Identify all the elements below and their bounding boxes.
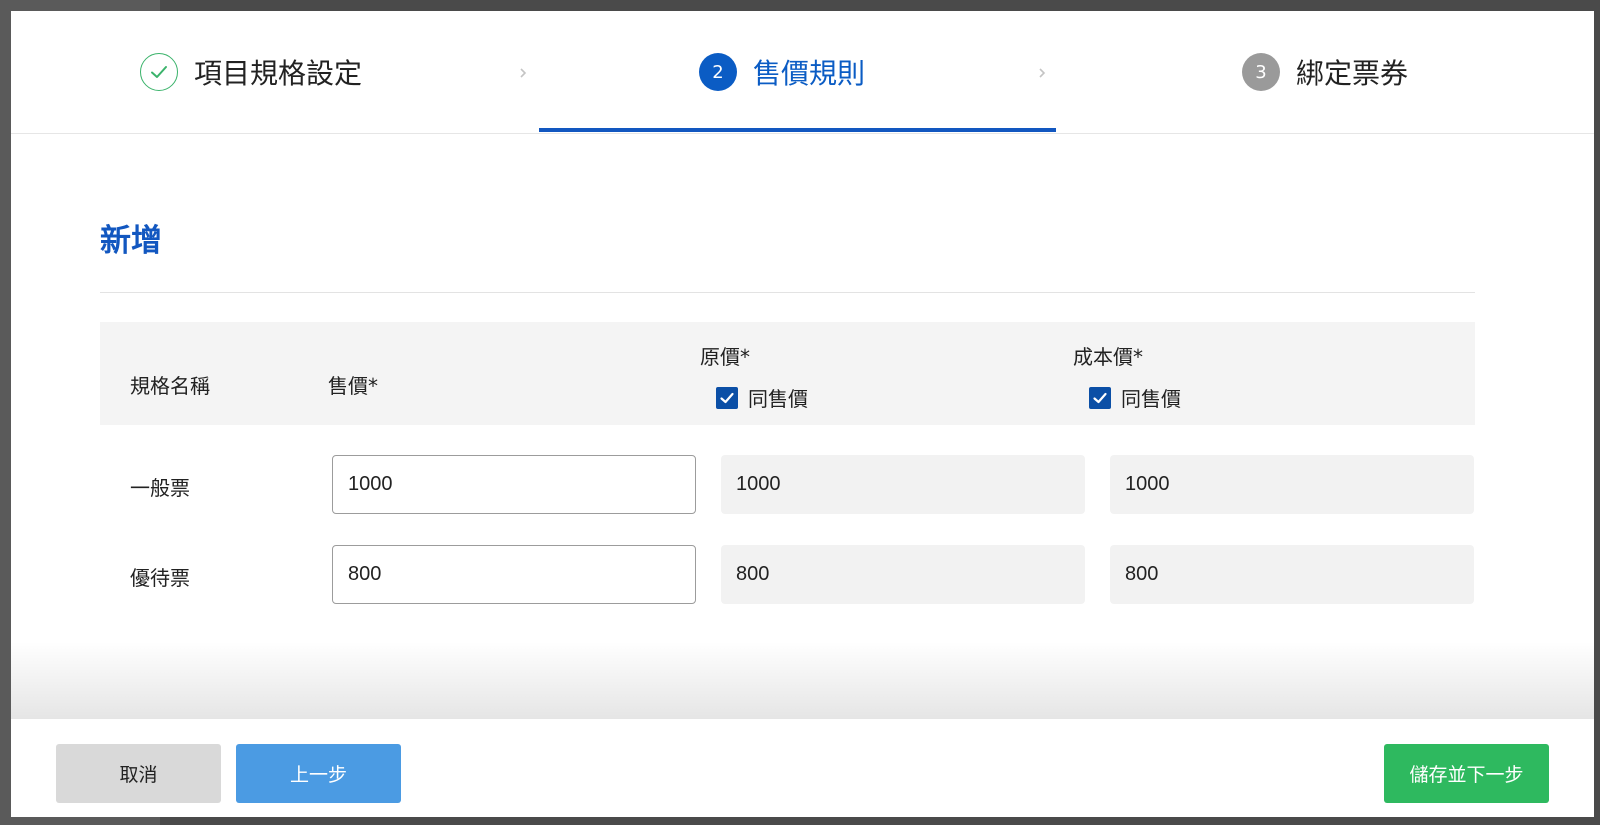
spec-name: 一般票 [130, 476, 190, 500]
checkbox-checked[interactable] [716, 386, 738, 409]
table-row: 優待票 800 800 800 [100, 545, 1475, 604]
divider [100, 292, 1475, 293]
dialog-footer: 取消 上一步 儲存並下一步 [11, 719, 1594, 817]
step-item-spec-settings[interactable]: 項目規格設定 [140, 11, 362, 133]
cost-price-field-disabled: 1000 [1110, 455, 1474, 514]
checkbox-checked[interactable] [1089, 386, 1111, 409]
original-same-as-sale-checkbox[interactable]: 同售價 [716, 383, 808, 412]
section-title: 新增 [100, 223, 162, 259]
header-cost-price: 成本價* [1073, 345, 1143, 369]
step-done-circle [140, 53, 178, 91]
previous-step-button[interactable]: 上一步 [236, 744, 401, 803]
footer-shadow [11, 641, 1594, 719]
step-item-price-rules[interactable]: 2 售價規則 [699, 11, 865, 133]
header-sale-price: 售價* [328, 374, 378, 398]
modal-dialog: 項目規格設定 2 售價規則 3 綁定票券 新增 規格名稱 售價* 原價* 成本價… [11, 11, 1594, 817]
check-icon [151, 66, 167, 78]
sale-price-input[interactable]: 800 [332, 545, 696, 604]
table-header: 規格名稱 售價* 原價* 成本價* 同售價 同售價 [100, 322, 1475, 425]
cost-price-field-disabled: 800 [1110, 545, 1474, 604]
header-spec-name: 規格名稱 [130, 374, 210, 398]
check-icon [720, 392, 734, 403]
cancel-button[interactable]: 取消 [56, 744, 221, 803]
chevron-right-icon [1039, 68, 1046, 78]
checkbox-label: 同售價 [1121, 387, 1181, 411]
original-price-field-disabled: 1000 [721, 455, 1085, 514]
sale-price-input[interactable]: 1000 [332, 455, 696, 514]
step-label: 綁定票券 [1296, 57, 1409, 90]
cost-same-as-sale-checkbox[interactable]: 同售價 [1089, 383, 1181, 412]
table-row: 一般票 1000 1000 1000 [100, 455, 1475, 514]
step-number-badge: 3 [1242, 53, 1280, 91]
step-number-badge: 2 [699, 53, 737, 91]
spec-name: 優待票 [130, 566, 190, 590]
original-price-field-disabled: 800 [721, 545, 1085, 604]
checkbox-label: 同售價 [748, 387, 808, 411]
stepper: 項目規格設定 2 售價規則 3 綁定票券 [11, 11, 1594, 134]
active-step-underline [539, 128, 1056, 132]
header-original-price: 原價* [700, 345, 750, 369]
step-item-bind-tickets[interactable]: 3 綁定票券 [1242, 11, 1408, 133]
step-label: 售價規則 [753, 57, 866, 90]
check-icon [1093, 392, 1107, 403]
save-and-next-button[interactable]: 儲存並下一步 [1384, 744, 1549, 803]
chevron-right-icon [520, 68, 527, 78]
step-label: 項目規格設定 [194, 57, 363, 90]
